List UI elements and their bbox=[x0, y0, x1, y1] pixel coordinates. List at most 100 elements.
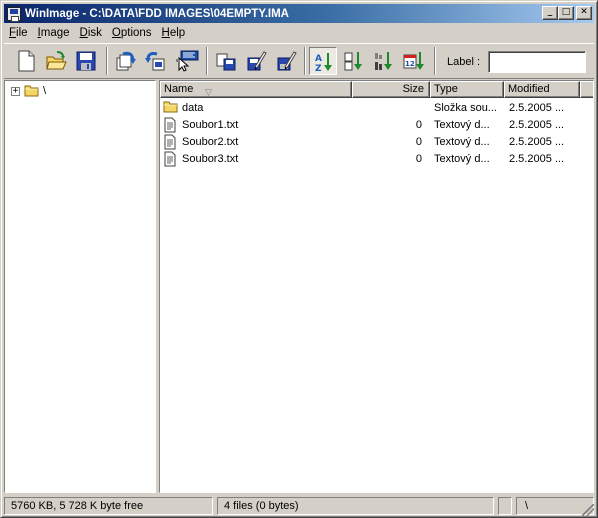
open-button[interactable] bbox=[42, 47, 70, 75]
column-header-name[interactable]: Name ▽ bbox=[160, 81, 352, 98]
window-title: WinImage - C:\DATA\FDD IMAGES\04EMPTY.IM… bbox=[25, 7, 289, 20]
minimize-button[interactable]: _ bbox=[542, 6, 558, 20]
file-size: 0 bbox=[415, 135, 422, 148]
svg-text:A: A bbox=[315, 54, 322, 64]
file-type: Textový d... bbox=[434, 118, 490, 131]
select-button[interactable] bbox=[172, 47, 200, 75]
caption-buttons: _ □ ✕ bbox=[542, 6, 592, 20]
menu-file-accel: F bbox=[9, 27, 17, 39]
file-name: Soubor2.txt bbox=[182, 135, 239, 148]
file-name: Soubor3.txt bbox=[182, 152, 239, 165]
sort-type-icon bbox=[344, 52, 362, 71]
read-disk-button[interactable] bbox=[212, 47, 240, 75]
svg-text:12: 12 bbox=[405, 60, 415, 68]
menu-disk[interactable]: Disk bbox=[75, 27, 107, 39]
tree-root-label: \ bbox=[43, 85, 47, 97]
menu-options-label: ptions bbox=[120, 27, 152, 39]
sort-size-button[interactable] bbox=[370, 47, 398, 75]
file-size: 0 bbox=[415, 118, 422, 131]
sort-date-icon: 12 bbox=[403, 52, 424, 70]
toolbar-separator bbox=[206, 47, 208, 75]
menu-image[interactable]: Image bbox=[33, 27, 75, 39]
new-icon bbox=[18, 50, 35, 72]
select-icon bbox=[176, 50, 199, 72]
file-list[interactable]: Name ▽ Size Type Modified data Složka sou… bbox=[159, 80, 594, 493]
toolbar-separator bbox=[434, 47, 436, 75]
write-disk-icon bbox=[247, 51, 267, 71]
winimage-window: WinImage - C:\DATA\FDD IMAGES\04EMPTY.IM… bbox=[0, 0, 598, 518]
menu-bar: File Image Disk Options Help bbox=[4, 24, 190, 42]
app-floppy-icon[interactable] bbox=[7, 6, 21, 22]
file-row[interactable]: data Složka sou... 2.5.2005 ... bbox=[160, 99, 593, 116]
menu-disk-accel: D bbox=[79, 27, 88, 39]
volume-label-input[interactable] bbox=[488, 51, 586, 73]
file-row[interactable]: Soubor3.txt 0 Textový d... 2.5.2005 ... bbox=[160, 150, 593, 167]
menu-help[interactable]: Help bbox=[157, 27, 191, 39]
menu-help-accel: H bbox=[161, 27, 170, 39]
list-rows: data Složka sou... 2.5.2005 ... Soubor1.txt… bbox=[160, 99, 593, 167]
file-type: Textový d... bbox=[434, 135, 490, 148]
sort-date-button[interactable]: 12 bbox=[400, 47, 428, 75]
text-file-icon bbox=[163, 117, 179, 133]
column-header-type[interactable]: Type bbox=[430, 81, 504, 98]
menu-disk-label: isk bbox=[87, 27, 102, 39]
tree-root-node[interactable]: + \ bbox=[11, 83, 46, 99]
menu-file-label: ile bbox=[16, 27, 28, 39]
file-name: data bbox=[182, 101, 204, 114]
extract-icon bbox=[116, 51, 136, 71]
save-icon bbox=[76, 51, 96, 71]
folder-tree[interactable]: + \ bbox=[4, 80, 156, 493]
title-bar[interactable]: WinImage - C:\DATA\FDD IMAGES\04EMPTY.IM… bbox=[4, 4, 594, 23]
file-name: Soubor1.txt bbox=[182, 118, 239, 131]
format-write-icon bbox=[277, 51, 297, 71]
file-row[interactable]: Soubor1.txt 0 Textový d... 2.5.2005 ... bbox=[160, 116, 593, 133]
column-header-modified[interactable]: Modified bbox=[504, 81, 580, 98]
column-size-label: Size bbox=[402, 83, 424, 95]
column-name-label: Name bbox=[164, 83, 194, 95]
new-button[interactable] bbox=[12, 47, 40, 75]
close-button[interactable]: ✕ bbox=[576, 6, 592, 20]
column-type-label: Type bbox=[434, 83, 458, 95]
file-row[interactable]: Soubor2.txt 0 Textový d... 2.5.2005 ... bbox=[160, 133, 593, 150]
menu-options[interactable]: Options bbox=[107, 27, 157, 39]
file-name-cell: Soubor1.txt bbox=[160, 117, 352, 133]
write-disk-button[interactable] bbox=[242, 47, 270, 75]
text-file-icon bbox=[163, 134, 179, 150]
sort-name-icon: AZ bbox=[315, 53, 332, 73]
menu-help-label: elp bbox=[169, 27, 186, 39]
menu-file[interactable]: File bbox=[4, 27, 33, 39]
toolbar-separator bbox=[304, 47, 306, 75]
file-modified: 2.5.2005 ... bbox=[509, 135, 565, 148]
toolbar: AZ 12 Label : bbox=[4, 43, 594, 79]
folder-icon bbox=[24, 85, 39, 97]
status-bar: 5760 KB, 5 728 K byte free 4 files (0 by… bbox=[4, 496, 594, 516]
open-icon bbox=[46, 51, 67, 70]
file-modified: 2.5.2005 ... bbox=[509, 152, 565, 165]
list-header: Name ▽ Size Type Modified bbox=[160, 81, 593, 98]
column-header-size[interactable]: Size bbox=[352, 81, 430, 98]
toolbar-separator bbox=[106, 47, 108, 75]
file-modified: 2.5.2005 ... bbox=[509, 101, 565, 114]
inject-button[interactable] bbox=[142, 47, 170, 75]
svg-text:Z: Z bbox=[315, 64, 322, 73]
extract-button[interactable] bbox=[112, 47, 140, 75]
menu-image-label: mage bbox=[40, 27, 70, 39]
maximize-button[interactable]: □ bbox=[558, 6, 574, 20]
read-disk-icon bbox=[216, 53, 236, 71]
label-caption: Label : bbox=[447, 56, 481, 68]
file-size: 0 bbox=[415, 152, 422, 165]
column-header-filler bbox=[580, 81, 593, 98]
file-name-cell: Soubor2.txt bbox=[160, 134, 352, 150]
sort-name-button[interactable]: AZ bbox=[309, 47, 337, 75]
sort-size-icon bbox=[375, 52, 392, 70]
expand-icon[interactable]: + bbox=[11, 86, 20, 96]
file-name-cell: Soubor3.txt bbox=[160, 151, 352, 167]
file-name-cell: data bbox=[160, 100, 352, 116]
save-button[interactable] bbox=[72, 47, 100, 75]
format-write-button[interactable] bbox=[272, 47, 300, 75]
resize-grip[interactable] bbox=[582, 504, 594, 516]
sort-type-button[interactable] bbox=[340, 47, 368, 75]
sort-indicator-icon: ▽ bbox=[205, 87, 212, 97]
inject-icon bbox=[145, 52, 165, 71]
file-type: Složka sou... bbox=[434, 101, 497, 114]
